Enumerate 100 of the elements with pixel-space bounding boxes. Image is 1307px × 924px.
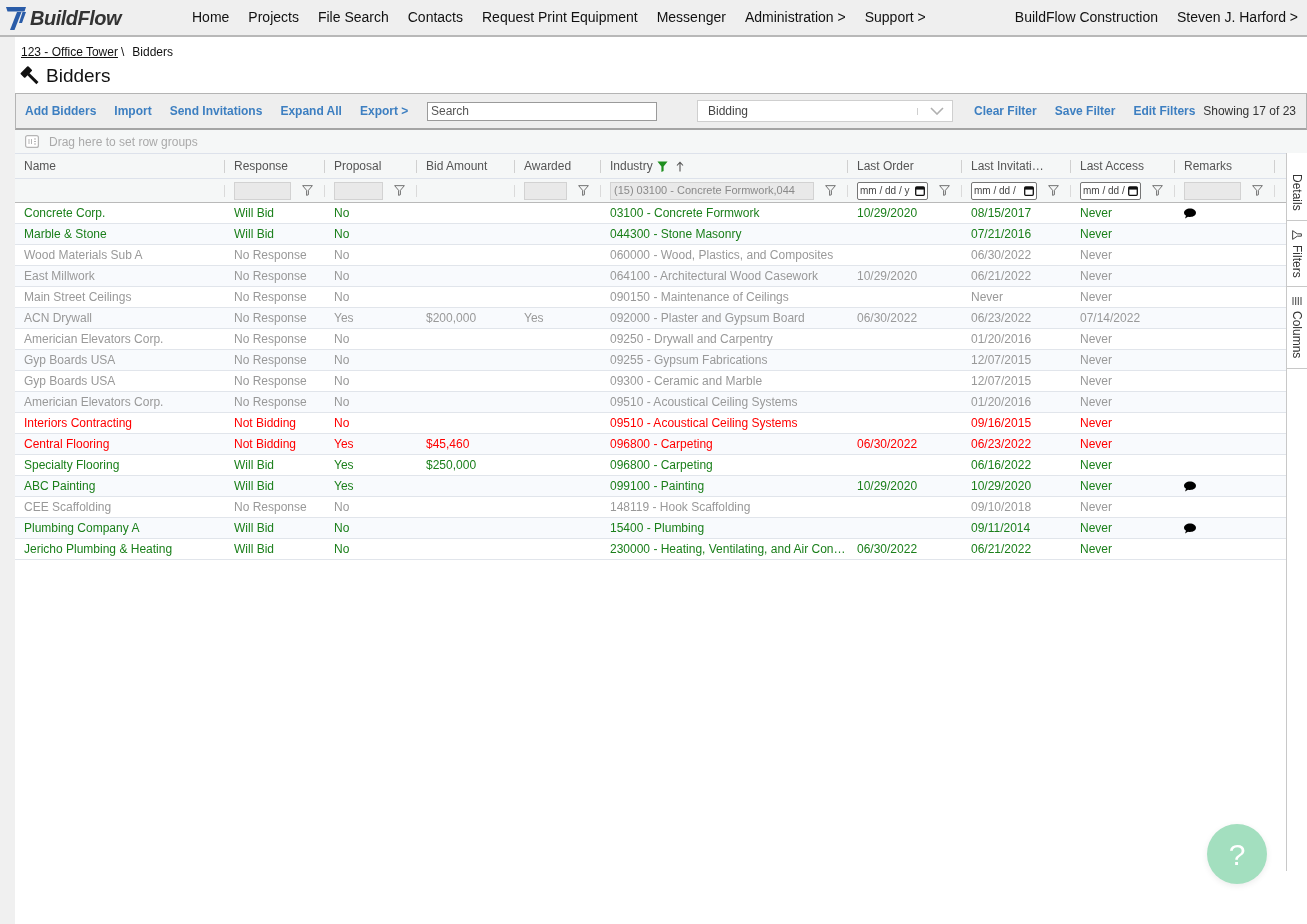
column-header[interactable]: Last Invitati… [971, 157, 1044, 175]
table-cell-text: Never [1079, 205, 1113, 222]
filter-field[interactable] [1184, 181, 1241, 200]
date-field[interactable]: mm / dd / [971, 181, 1037, 200]
company-name: BuildFlow Construction [1014, 8, 1158, 27]
filter-field[interactable] [524, 181, 567, 200]
toolbar-link[interactable]: Export > [359, 102, 409, 120]
table-cell-text: No [333, 394, 351, 411]
table-cell-text: No Response [233, 373, 308, 390]
toolbar-link[interactable]: Expand All [280, 102, 342, 120]
table-cell-text: No Response [233, 247, 308, 264]
table-cell-text: 096800 - Carpeting [609, 436, 714, 453]
table-cell-text: No [333, 205, 351, 222]
toolbar-link[interactable]: Clear Filter [974, 102, 1037, 120]
comment-icon[interactable] [1184, 522, 1196, 534]
nav-link[interactable]: Home [192, 7, 230, 28]
chevron-down-icon [930, 107, 944, 115]
toolbar-link[interactable]: Edit Filters [1133, 102, 1196, 120]
funnel-icon [1292, 229, 1302, 240]
filter-select[interactable]: Bidding [697, 100, 953, 122]
table-cell-text: 09510 - Acoustical Ceiling Systems [609, 415, 799, 432]
nav-link[interactable]: File Search [317, 7, 389, 28]
toolbar-link[interactable]: Add Bidders [25, 102, 97, 120]
filter-field[interactable] [334, 181, 383, 200]
nav-link[interactable]: Request Print Equipment [482, 7, 638, 28]
calendar-icon[interactable] [1128, 185, 1138, 196]
table-cell-text: No [333, 541, 351, 558]
table-cell-text: Concrete Corp. [23, 205, 107, 222]
calendar-icon[interactable] [1024, 185, 1034, 196]
table-cell-text: Never [1079, 226, 1113, 243]
table-cell-text: No [333, 499, 351, 516]
table-cell-text: Yes [333, 436, 355, 453]
table-cell-text: Never [1079, 289, 1113, 306]
table-cell-text: Americian Elevators Corp. [23, 394, 165, 411]
table-cell-text: 10/29/2020 [856, 478, 919, 495]
table-cell-text: Will Bid [233, 478, 275, 495]
table-cell-text: No [333, 373, 351, 390]
column-header[interactable]: Last Order [857, 157, 914, 175]
side-tab[interactable]: Details [1287, 165, 1307, 221]
toolbar-link[interactable]: Save Filter [1054, 102, 1116, 120]
column-header[interactable]: Last Access [1080, 157, 1145, 175]
calendar-icon[interactable] [915, 185, 925, 196]
table-cell-text: ACN Drywall [23, 310, 93, 327]
filter-icon[interactable] [578, 185, 589, 196]
filter-icon[interactable] [302, 185, 313, 196]
toolbar-link[interactable]: Send Invitations [169, 102, 263, 120]
filter-icon[interactable] [1048, 185, 1059, 196]
filter-icon[interactable] [1152, 185, 1163, 196]
search-field[interactable]: Search [427, 101, 657, 121]
table-cell-text: 15400 - Plumbing [609, 520, 706, 537]
table-cell-text: 099100 - Painting [609, 478, 706, 495]
filter-icon[interactable] [1252, 185, 1263, 196]
logo-text: BuildFlow [30, 5, 122, 31]
column-header[interactable]: Awarded [524, 157, 572, 175]
table-cell-text: Never [1079, 436, 1113, 453]
toolbar-link[interactable]: Import [114, 102, 152, 120]
user-menu[interactable]: Steven J. Harford > [1177, 7, 1298, 28]
table-cell-text: No [333, 331, 351, 348]
table-cell-text: 06/21/2022 [970, 268, 1033, 285]
filter-icon[interactable] [825, 185, 836, 196]
table-cell-text: Plumbing Company A [23, 520, 141, 537]
nav-link[interactable]: Support > [864, 7, 926, 28]
nav-link[interactable]: Messenger [656, 7, 726, 28]
table-cell-text: 09/10/2018 [970, 499, 1033, 516]
table-cell-text: 230000 - Heating, Ventilating, and Air Con… [609, 541, 847, 558]
table-cell-text: No [333, 352, 351, 369]
table-cell-text: 06/16/2022 [970, 457, 1033, 474]
nav-link[interactable]: Administration > [744, 7, 846, 28]
column-header[interactable]: Response [234, 157, 289, 175]
date-field[interactable]: mm / dd / y [857, 181, 928, 200]
nav-link[interactable]: Projects [248, 7, 299, 28]
date-field[interactable]: mm / dd / [1080, 181, 1141, 200]
table-cell-text: Central Flooring [23, 436, 111, 453]
filter-icon[interactable] [939, 185, 950, 196]
table-cell-text: No Response [233, 268, 308, 285]
table-cell-text: 01/20/2016 [970, 331, 1033, 348]
comment-icon[interactable] [1184, 207, 1196, 219]
table-cell-text: Jericho Plumbing & Heating [23, 541, 174, 558]
table-cell-text: Will Bid [233, 226, 275, 243]
nav-link[interactable]: Contacts [407, 7, 463, 28]
table-cell-text: Interiors Contracting [23, 415, 134, 432]
filter-icon[interactable] [394, 185, 405, 196]
comment-icon[interactable] [1184, 480, 1196, 492]
result-count: Showing 17 of 23 [1203, 103, 1297, 120]
table-cell-text: 09300 - Ceramic and Marble [609, 373, 764, 390]
table-cell-text: $45,460 [425, 436, 471, 453]
column-header[interactable]: Name [24, 157, 56, 175]
table-cell-text: 10/29/2020 [970, 478, 1033, 495]
column-header[interactable]: Bid Amount [426, 157, 488, 175]
table-cell-text: 01/20/2016 [970, 394, 1033, 411]
side-tab[interactable]: Columns [1287, 287, 1307, 369]
table-cell-text: Not Bidding [233, 415, 298, 432]
table-cell-text: Will Bid [233, 205, 275, 222]
column-header[interactable]: Industry [610, 157, 653, 175]
side-tab[interactable]: Filters [1287, 220, 1307, 288]
breadcrumb-link[interactable]: 123 - Office Tower [21, 43, 118, 61]
filter-field[interactable] [234, 181, 291, 200]
breadcrumb-separator: \ [120, 44, 125, 61]
column-header[interactable]: Proposal [334, 157, 382, 175]
column-header[interactable]: Remarks [1184, 157, 1232, 175]
